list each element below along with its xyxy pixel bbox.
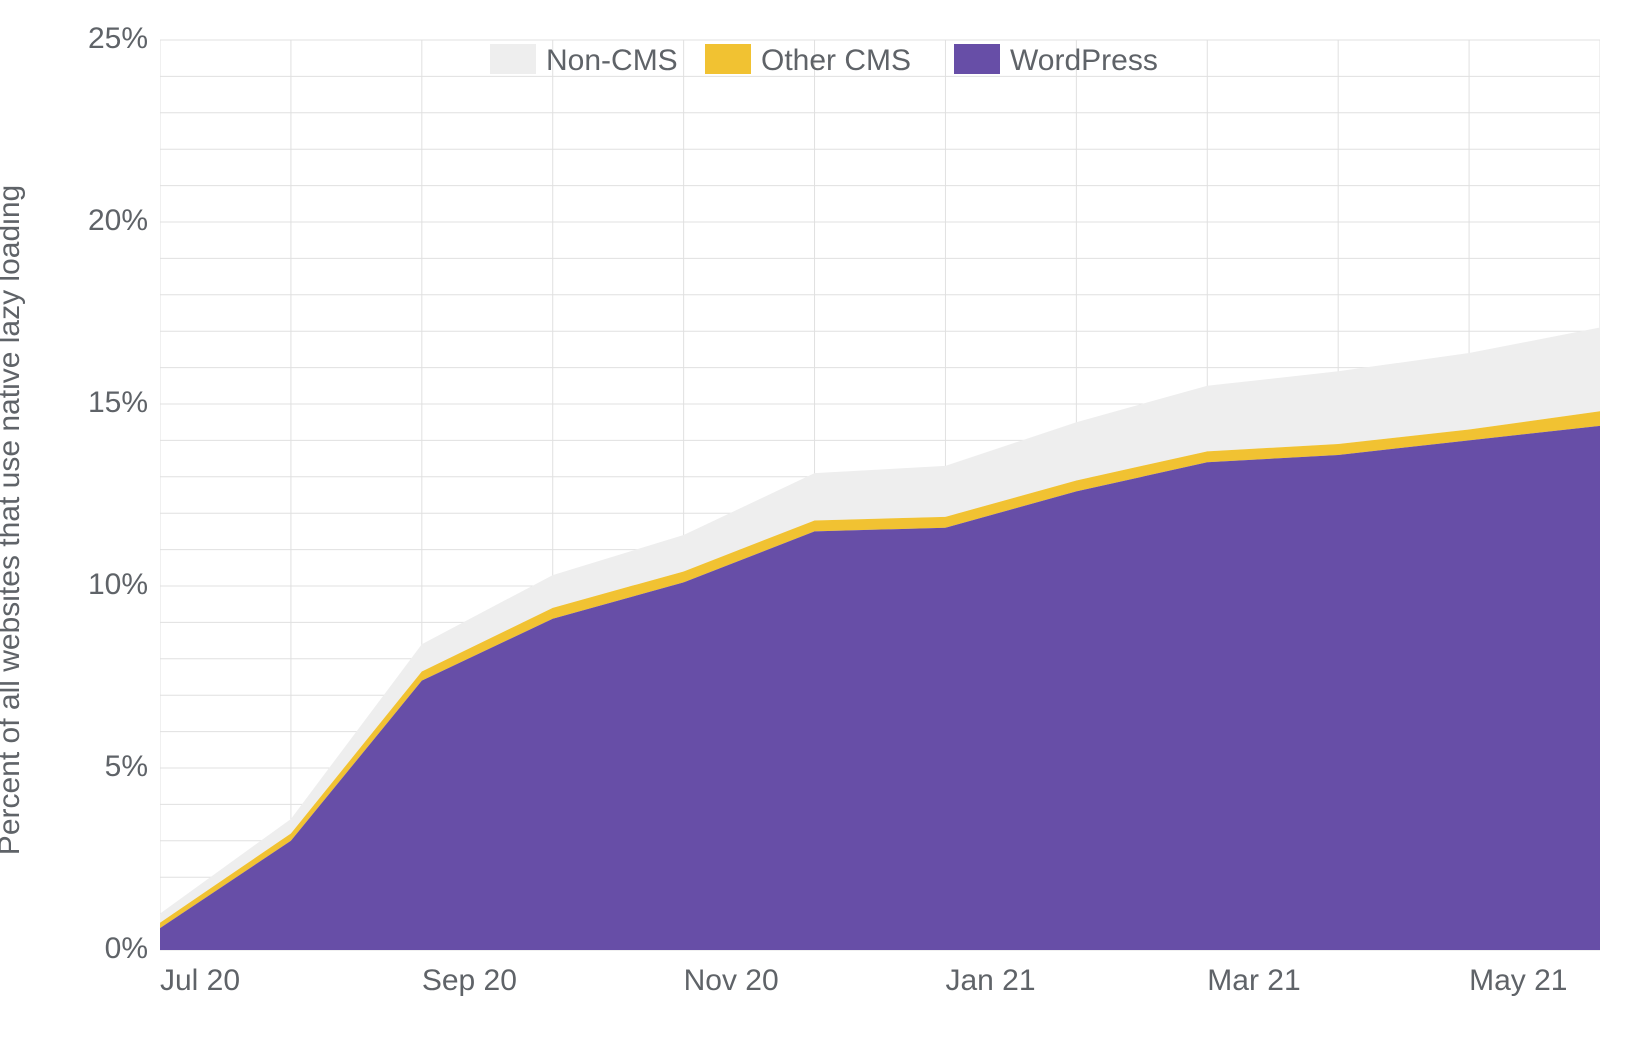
- x-tick-label: May 21: [1469, 964, 1567, 997]
- x-tick-label: Sep 20: [422, 964, 517, 997]
- y-tick-label: 5%: [105, 750, 148, 784]
- y-axis-label: Percent of all websites that use native …: [0, 185, 27, 855]
- x-tick-label: Mar 21: [1207, 964, 1300, 997]
- chart-container: Percent of all websites that use native …: [20, 20, 1620, 1020]
- y-tick-label: 15%: [88, 386, 148, 420]
- legend-swatch: [705, 44, 751, 74]
- x-tick-label: Jul 20: [160, 964, 240, 997]
- legend-label: Non-CMS: [546, 44, 678, 77]
- x-tick-label: Nov 20: [684, 964, 779, 997]
- y-tick-label: 25%: [88, 22, 148, 56]
- legend-label: WordPress: [1010, 44, 1158, 77]
- legend-label: Other CMS: [761, 44, 911, 77]
- y-tick-label: 0%: [105, 932, 148, 966]
- chart-svg: Jul 20 Sep 20 Nov 20 Jan 21 Mar 21 May 21 Non-…: [160, 30, 1600, 1000]
- plot-area: Jul 20Sep 20Nov 20Jan 21Mar 21May 21Non-…: [160, 30, 1600, 950]
- legend-swatch: [490, 44, 536, 74]
- y-tick-label: 20%: [88, 204, 148, 238]
- legend: Non-CMS Other CMS WordPress: [490, 44, 1158, 77]
- x-tick-label: Jan 21: [945, 964, 1035, 997]
- legend-swatch: [954, 44, 1000, 74]
- y-tick-label: 10%: [88, 568, 148, 602]
